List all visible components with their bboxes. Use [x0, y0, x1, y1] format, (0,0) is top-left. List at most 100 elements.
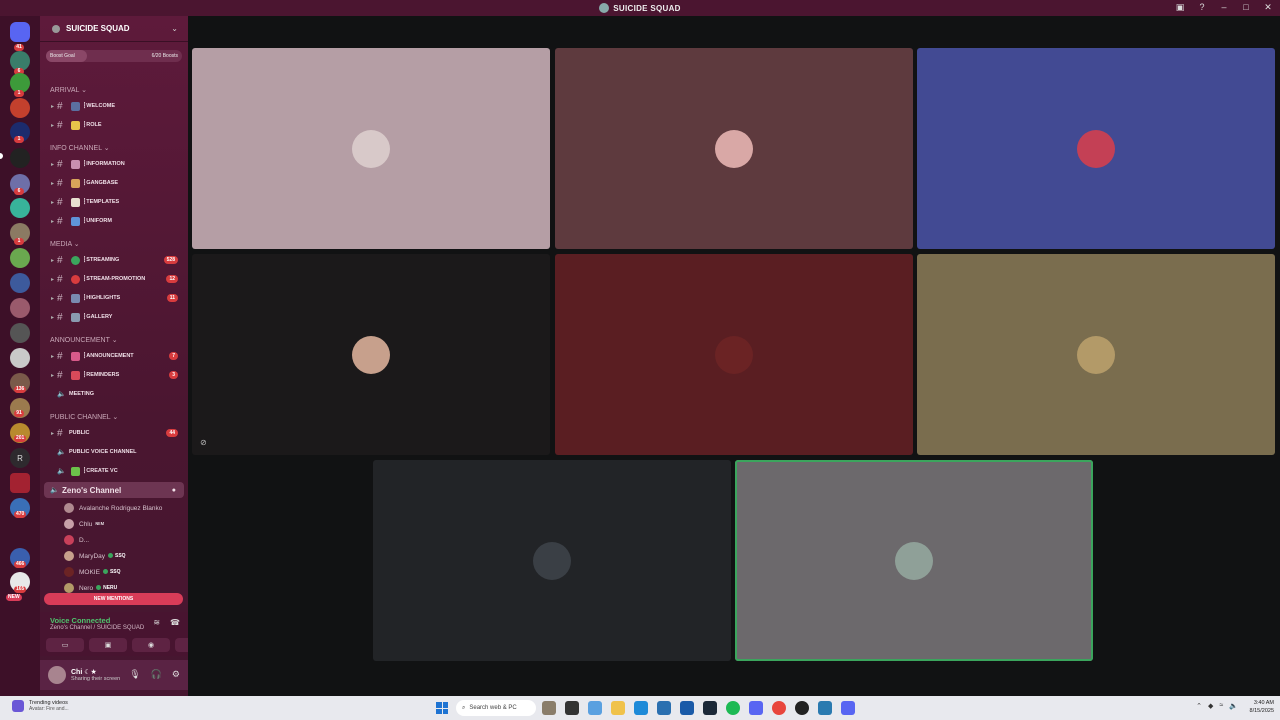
channel-zenos-channel[interactable]: 🔈 Zeno's Channel ●	[44, 482, 184, 498]
spotify-icon[interactable]	[726, 701, 740, 715]
channel-gangbase[interactable]: ▸ # ┇GANGBASE	[40, 175, 188, 191]
wifi-icon[interactable]: ≈	[1219, 702, 1223, 710]
category-label: ANNOUNCEMENT	[50, 337, 110, 344]
category-public-channel[interactable]: PUBLIC CHANNEL ⌄	[50, 413, 118, 421]
participant-tile-speaking[interactable]	[735, 460, 1093, 661]
close-button[interactable]: ✕	[1262, 2, 1274, 13]
server-icon-letter[interactable]: R	[10, 448, 30, 468]
steam-icon[interactable]	[703, 701, 717, 715]
outlook-icon[interactable]	[680, 701, 694, 715]
app-icon[interactable]	[542, 701, 556, 715]
participant-avatar	[715, 129, 753, 168]
inbox-icon[interactable]: ▣	[1174, 2, 1186, 13]
participant-tile[interactable]	[555, 48, 913, 249]
activity-button[interactable]: ◉	[132, 638, 170, 652]
minimize-button[interactable]: –	[1218, 2, 1230, 13]
help-icon[interactable]: ?	[1196, 2, 1208, 13]
participant-tile[interactable]	[192, 254, 550, 455]
channel-gallery[interactable]: ▸ # ┇GALLERY	[40, 309, 188, 325]
voice-member[interactable]: MOKIE SSQ	[64, 565, 121, 579]
screen-share-button[interactable]: ▣	[89, 638, 127, 652]
channel-label: ┇ROLE	[83, 122, 102, 128]
participant-tile[interactable]	[373, 460, 731, 661]
voice-member[interactable]: D...	[64, 533, 89, 547]
server-header[interactable]: SUICIDE SQUAD ⌄	[40, 16, 188, 42]
channel-public-voice[interactable]: 🔈 PUBLIC VOICE CHANNEL	[40, 444, 188, 460]
channel-uniform[interactable]: ▸ # ┇UNIFORM	[40, 213, 188, 229]
tray-app-icon[interactable]: ◆	[1208, 702, 1213, 710]
voice-status[interactable]: Voice Connected	[50, 616, 110, 625]
server-icon-selected[interactable]	[10, 148, 30, 168]
server-icon[interactable]	[10, 473, 30, 493]
server-name: SUICIDE SQUAD	[66, 24, 130, 33]
participant-tile[interactable]	[555, 254, 913, 455]
server-icon[interactable]	[10, 198, 30, 218]
camera-button[interactable]: ▭	[46, 638, 84, 652]
server-icon[interactable]	[10, 248, 30, 268]
discord-home-icon[interactable]	[10, 22, 30, 42]
screen-share-icon: ▣	[104, 642, 112, 649]
member-name: Chlu	[79, 520, 93, 528]
boost-goal-bar[interactable]: Boost Goal 6/20 Boosts	[46, 50, 182, 62]
app-icon[interactable]	[795, 701, 809, 715]
chat-bubble-icon[interactable]: ●	[172, 487, 176, 494]
store-icon[interactable]	[657, 701, 671, 715]
discord-icon[interactable]	[749, 701, 763, 715]
participant-tile[interactable]	[917, 48, 1275, 249]
copilot-icon[interactable]	[588, 701, 602, 715]
user-avatar[interactable]	[48, 666, 66, 684]
app-icon[interactable]	[818, 701, 832, 715]
noise-suppression-icon[interactable]: ≋	[153, 618, 160, 627]
windows-start-icon[interactable]	[436, 702, 448, 714]
participant-tile[interactable]	[917, 254, 1275, 455]
disconnect-icon[interactable]: ☎	[170, 618, 180, 627]
user-name[interactable]: Chi ☾★	[71, 668, 120, 676]
channel-create-vc[interactable]: 🔈 ┇CREATE VC	[40, 463, 188, 479]
channel-label: ┇INFORMATION	[83, 161, 125, 167]
new-mentions-button[interactable]: NEW MENTIONS	[44, 593, 183, 605]
widgets-button[interactable]: Trending videos Avatar: Fire and...	[12, 700, 69, 712]
server-icon[interactable]	[10, 348, 30, 368]
voice-channel-path[interactable]: Zeno's Channel / SUICIDE SQUAD	[50, 625, 144, 631]
channel-welcome[interactable]: ▸ # ┇WELCOME	[40, 98, 188, 114]
edge-icon[interactable]	[634, 701, 648, 715]
channel-reminders[interactable]: ▸ # ┇REMINDERS 3	[40, 367, 188, 383]
mention-badge: 12	[166, 275, 178, 283]
headphones-icon[interactable]: 🎧	[151, 669, 162, 680]
voice-member[interactable]: Avalanche Rodriguez Blanko	[64, 501, 162, 515]
category-media[interactable]: MEDIA ⌄	[50, 240, 80, 248]
channel-announcement[interactable]: ▸ # ┇ANNOUNCEMENT 7	[40, 348, 188, 364]
channel-public[interactable]: ▸ # PUBLIC 44	[40, 425, 188, 441]
chevron-up-icon[interactable]: ⌃	[1196, 702, 1202, 710]
taskbar-search[interactable]: ⌕ Search web & PC	[456, 700, 536, 716]
server-icon[interactable]	[10, 98, 30, 118]
taskbar-clock[interactable]: 3:40 AM 8/15/2025	[1250, 699, 1274, 715]
channel-highlights[interactable]: ▸ # ┇HIGHLIGHTS 11	[40, 290, 188, 306]
server-icon[interactable]	[10, 298, 30, 318]
channel-templates[interactable]: ▸ # ┇TEMPLATES	[40, 194, 188, 210]
voice-member[interactable]: Chlu ɴᴇᴍ	[64, 517, 104, 531]
category-announcement[interactable]: ANNOUNCEMENT ⌄	[50, 336, 118, 344]
window-title: SUICIDE SQUAD	[599, 3, 680, 13]
server-icon[interactable]	[10, 273, 30, 293]
chrome-icon[interactable]	[772, 701, 786, 715]
discord-icon[interactable]	[841, 701, 855, 715]
participant-tile[interactable]	[192, 48, 550, 249]
channel-role[interactable]: ▸ # ┇ROLE	[40, 117, 188, 133]
settings-gear-icon[interactable]: ⚙	[172, 669, 180, 680]
channel-stream-promotion[interactable]: ▸ # ┇STREAM-PROMOTION 12	[40, 271, 188, 287]
volume-icon[interactable]: 🔈	[1229, 702, 1238, 710]
channel-information[interactable]: ▸ # ┇INFORMATION	[40, 156, 188, 172]
channel-streaming[interactable]: ▸ # ┇STREAMING 528	[40, 252, 188, 268]
channel-label: ┇WELCOME	[83, 103, 116, 109]
microphone-icon[interactable]: 🎙	[129, 669, 140, 680]
channel-meeting[interactable]: 🔈 MEETING	[40, 386, 188, 402]
server-icon[interactable]	[10, 323, 30, 343]
category-arrival[interactable]: ARRIVAL ⌄	[50, 86, 87, 94]
maximize-button[interactable]: □	[1240, 2, 1252, 13]
category-info-channel[interactable]: INFO CHANNEL ⌄	[50, 144, 110, 152]
voice-member[interactable]: MaryDay SSQ	[64, 549, 126, 563]
file-explorer-icon[interactable]	[611, 701, 625, 715]
task-view-icon[interactable]	[565, 701, 579, 715]
speaker-icon: 🔈	[57, 449, 66, 456]
